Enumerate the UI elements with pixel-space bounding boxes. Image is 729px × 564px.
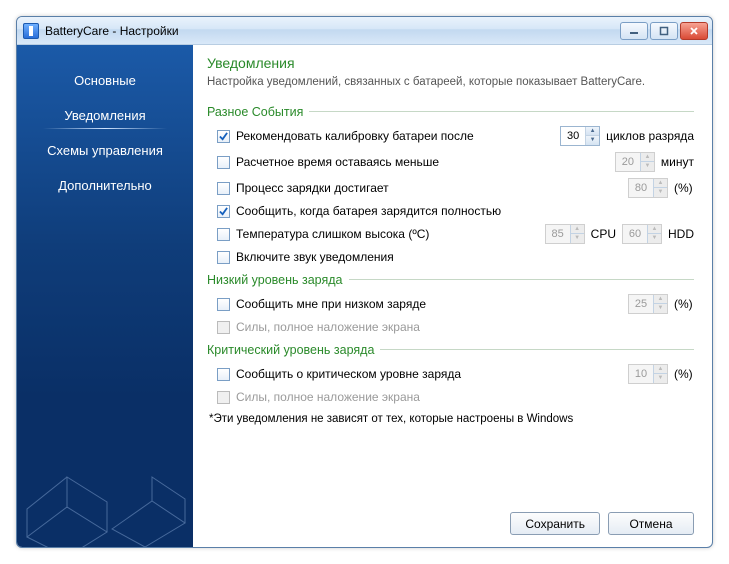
sidebar-decoration xyxy=(17,437,193,547)
window-title: BatteryCare - Настройки xyxy=(45,24,620,38)
row-low-overlay: Силы, полное наложение экрана xyxy=(207,317,694,337)
checkbox-critical-overlay xyxy=(217,391,230,404)
checkbox-calibrate[interactable] xyxy=(217,130,230,143)
spin-up-icon: ▲ xyxy=(654,365,667,375)
spinner-charge-reach: ▲▼ xyxy=(628,178,668,198)
checkbox-remaining[interactable] xyxy=(217,156,230,169)
maximize-button[interactable] xyxy=(650,22,678,40)
settings-window: BatteryCare - Настройки Основные Уведомл… xyxy=(16,16,713,548)
save-button[interactable]: Сохранить xyxy=(510,512,600,535)
label-charge-reach: Процесс зарядки достигает xyxy=(236,181,389,195)
spin-down-icon: ▼ xyxy=(571,234,584,243)
checkbox-low-overlay xyxy=(217,321,230,334)
content-pane: Уведомления Настройка уведомлений, связа… xyxy=(193,45,712,547)
label-low-notify: Сообщить мне при низком заряде xyxy=(236,297,426,311)
checkbox-charge-reach[interactable] xyxy=(217,182,230,195)
page-description: Настройка уведомлений, связанных с батар… xyxy=(207,75,694,91)
unit-critical-notify: (%) xyxy=(674,367,694,381)
sidebar: Основные Уведомления Схемы управления До… xyxy=(17,45,193,547)
app-icon xyxy=(23,23,39,39)
checkbox-critical-notify[interactable] xyxy=(217,368,230,381)
spin-down-icon: ▼ xyxy=(654,304,667,313)
sidebar-item-notifications[interactable]: Уведомления xyxy=(17,98,193,133)
unit-remaining: минут xyxy=(661,155,694,169)
row-calibrate: Рекомендовать калибровку батареи после ▲… xyxy=(207,123,694,149)
group-head-misc: Разное События xyxy=(207,105,694,119)
unit-hdd: HDD xyxy=(668,227,694,241)
label-temperature: Температура слишком высока (ºC) xyxy=(236,227,429,241)
spin-down-icon: ▼ xyxy=(641,162,654,171)
minimize-button[interactable] xyxy=(620,22,648,40)
label-calibrate: Рекомендовать калибровку батареи после xyxy=(236,129,474,143)
spinner-low-notify: ▲▼ xyxy=(628,294,668,314)
unit-calibrate: циклов разряда xyxy=(606,129,694,143)
cancel-button[interactable]: Отмена xyxy=(608,512,694,535)
sidebar-item-advanced[interactable]: Дополнительно xyxy=(17,168,193,203)
spin-up-icon: ▲ xyxy=(641,153,654,163)
label-critical-notify: Сообщить о критическом уровне заряда xyxy=(236,367,461,381)
close-button[interactable] xyxy=(680,22,708,40)
footnote: *Эти уведомления не зависят от тех, кото… xyxy=(209,413,694,425)
spin-down-icon: ▼ xyxy=(654,374,667,383)
spin-down-icon: ▼ xyxy=(654,188,667,197)
row-low-notify: Сообщить мне при низком заряде ▲▼ (%) xyxy=(207,291,694,317)
sidebar-item-label: Уведомления xyxy=(64,108,145,123)
sidebar-item-general[interactable]: Основные xyxy=(17,63,193,98)
spinner-temp-hdd: ▲▼ xyxy=(622,224,662,244)
sidebar-item-label: Дополнительно xyxy=(58,178,152,193)
group-head-low: Низкий уровень заряда xyxy=(207,273,694,287)
unit-cpu: CPU xyxy=(591,227,616,241)
footer-buttons: Сохранить Отмена xyxy=(207,500,694,535)
row-temperature: Температура слишком высока (ºC) ▲▼ CPU ▲… xyxy=(207,221,694,247)
spinner-calibrate[interactable]: ▲▼ xyxy=(560,126,600,146)
spin-down-icon[interactable]: ▼ xyxy=(586,136,599,145)
spin-up-icon: ▲ xyxy=(648,225,661,235)
spinner-temp-cpu: ▲▼ xyxy=(545,224,585,244)
spin-up-icon: ▲ xyxy=(654,179,667,189)
checkbox-sound[interactable] xyxy=(217,251,230,264)
sidebar-item-label: Схемы управления xyxy=(47,143,163,158)
spinner-remaining: ▲▼ xyxy=(615,152,655,172)
label-sound: Включите звук уведомления xyxy=(236,250,394,264)
sidebar-item-label: Основные xyxy=(74,73,136,88)
label-low-overlay: Силы, полное наложение экрана xyxy=(236,320,420,334)
spin-up-icon[interactable]: ▲ xyxy=(586,127,599,137)
group-head-critical: Критический уровень заряда xyxy=(207,343,694,357)
checkbox-full-charge[interactable] xyxy=(217,205,230,218)
row-full-charge: Сообщить, когда батарея зарядится полнос… xyxy=(207,201,694,221)
checkbox-low-notify[interactable] xyxy=(217,298,230,311)
sidebar-item-power-plans[interactable]: Схемы управления xyxy=(17,133,193,168)
row-sound: Включите звук уведомления xyxy=(207,247,694,267)
spin-down-icon: ▼ xyxy=(648,234,661,243)
unit-charge-reach: (%) xyxy=(674,181,694,195)
label-full-charge: Сообщить, когда батарея зарядится полнос… xyxy=(236,204,501,218)
page-title: Уведомления xyxy=(207,55,694,71)
checkbox-temperature[interactable] xyxy=(217,228,230,241)
row-critical-notify: Сообщить о критическом уровне заряда ▲▼ … xyxy=(207,361,694,387)
unit-low-notify: (%) xyxy=(674,297,694,311)
label-remaining: Расчетное время оставаясь меньше xyxy=(236,155,439,169)
spin-up-icon: ▲ xyxy=(571,225,584,235)
row-charge-reach: Процесс зарядки достигает ▲▼ (%) xyxy=(207,175,694,201)
row-remaining: Расчетное время оставаясь меньше ▲▼ мину… xyxy=(207,149,694,175)
row-critical-overlay: Силы, полное наложение экрана xyxy=(207,387,694,407)
title-bar[interactable]: BatteryCare - Настройки xyxy=(17,17,712,45)
spin-up-icon: ▲ xyxy=(654,295,667,305)
label-critical-overlay: Силы, полное наложение экрана xyxy=(236,390,420,404)
spinner-critical-notify: ▲▼ xyxy=(628,364,668,384)
